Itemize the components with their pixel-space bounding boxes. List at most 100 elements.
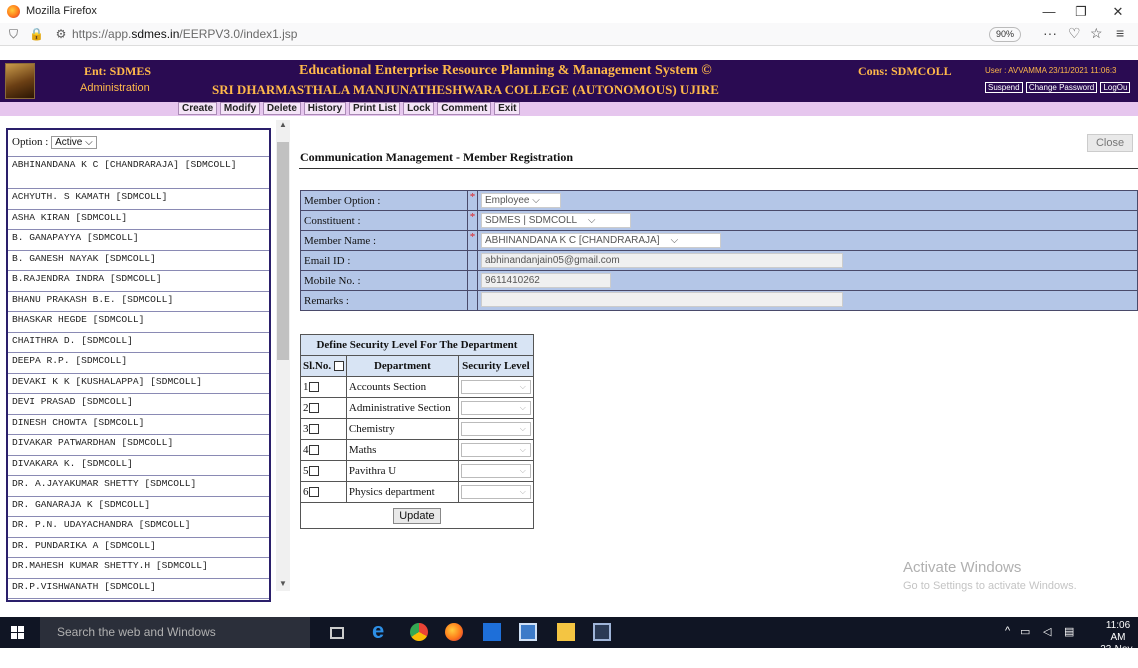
list-item[interactable]: DR. A.JAYAKUMAR SHETTY [SDMCOLL] <box>8 476 269 497</box>
list-item[interactable]: ACHYUTH. S KAMATH [SDMCOLL] <box>8 189 269 210</box>
close-window-icon[interactable]: ✕ <box>1103 2 1133 22</box>
menu-modify[interactable]: Modify <box>219 102 261 115</box>
menu-history[interactable]: History <box>303 102 347 115</box>
select-all-checkbox[interactable] <box>333 361 344 372</box>
list-item[interactable]: DEEPA R.P. [SDMCOLL] <box>8 353 269 374</box>
list-item[interactable]: ABHINANDANA K C [CHANDRARAJA] [SDMCOLL] <box>8 157 269 189</box>
security-level-select[interactable]: ⌵ <box>460 464 531 478</box>
action-menubar: Create Modify Delete History Print List … <box>0 102 1138 116</box>
list-item[interactable]: B. GANAPAYYA [SDMCOLL] <box>8 230 269 251</box>
more-actions-icon[interactable]: ··· <box>1043 25 1057 41</box>
member-name-select[interactable]: ABHINANDANA K C [CHANDRARAJA] ⌵ <box>481 233 721 248</box>
remarks-label: Remarks : <box>300 290 468 311</box>
update-button[interactable]: Update <box>393 507 441 524</box>
maximize-icon[interactable]: ❐ <box>1066 2 1096 22</box>
row-checkbox[interactable] <box>308 445 319 456</box>
department-cell: Physics department <box>345 481 459 503</box>
suspend-link[interactable]: Suspend <box>985 82 1023 93</box>
list-item[interactable]: DIVAKAR PATWARDHAN [SDMCOLL] <box>8 435 269 456</box>
app-icon[interactable] <box>519 623 537 641</box>
list-item[interactable]: DIVAKARA K. [SDMCOLL] <box>8 456 269 476</box>
minimize-icon[interactable]: — <box>1034 2 1064 22</box>
list-item[interactable]: B. GANESH NAYAK [SDMCOLL] <box>8 251 269 271</box>
network-icon[interactable]: ▭ <box>1020 625 1030 638</box>
list-item[interactable]: DEVAKI K K [KUSHALAPPA] [SDMCOLL] <box>8 374 269 394</box>
member-option-select[interactable]: Employee ⌵ <box>481 193 561 208</box>
menu-comment[interactable]: Comment <box>437 102 492 115</box>
system-title: Educational Enterprise Resource Planning… <box>299 63 712 78</box>
chrome-icon[interactable] <box>410 623 428 641</box>
notification-icon[interactable]: ▤ <box>1064 625 1074 638</box>
menu-delete[interactable]: Delete <box>262 102 301 115</box>
list-item[interactable]: DR. GANARAJA K [SDMCOLL] <box>8 497 269 517</box>
row-checkbox[interactable] <box>308 487 319 498</box>
windows-taskbar: Search the web and Windows e ^ ▭ ◁ ▤ 11:… <box>0 617 1138 667</box>
menu-lock[interactable]: Lock <box>403 102 435 115</box>
window-title: Mozilla Firefox <box>26 5 97 17</box>
security-level-select[interactable]: ⌵ <box>460 485 531 499</box>
change-password-link[interactable]: Change Password <box>1025 82 1098 93</box>
menu-print-list[interactable]: Print List <box>348 102 401 115</box>
list-item[interactable]: BHANU PRAKASH B.E. [SDMCOLL] <box>8 292 269 312</box>
close-button[interactable]: Close <box>1087 134 1133 152</box>
list-item[interactable]: CHAITHRA D. [SDMCOLL] <box>8 333 269 353</box>
zoom-level-button[interactable]: 90% <box>989 27 1021 42</box>
table-row: 2 Administrative Section ⌵ <box>300 397 534 419</box>
tray-chevron-icon[interactable]: ^ <box>1005 625 1010 637</box>
list-item[interactable]: DR.MAHESH KUMAR SHETTY.H [SDMCOLL] <box>8 558 269 579</box>
constituent-select[interactable]: SDMES | SDMCOLL ⌵ <box>481 213 631 228</box>
menu-create[interactable]: Create <box>178 102 218 115</box>
window-titlebar: Mozilla Firefox — ❐ ✕ <box>0 0 1138 23</box>
row-checkbox[interactable] <box>308 382 319 393</box>
volume-icon[interactable]: ◁ <box>1043 625 1051 638</box>
list-item[interactable]: DINESH CHOWTA [SDMCOLL] <box>8 415 269 435</box>
email-field[interactable]: abhinandanjain05@gmail.com <box>481 253 843 268</box>
scroll-thumb[interactable] <box>277 142 289 360</box>
photos-icon[interactable] <box>593 623 611 641</box>
scroll-up-icon[interactable]: ▲ <box>276 120 290 129</box>
calculator-icon[interactable] <box>483 623 501 641</box>
bookmark-star-icon[interactable]: ☆ <box>1090 25 1103 42</box>
row-checkbox[interactable] <box>308 466 319 477</box>
cons-label: Cons: SDMCOLL <box>858 64 952 78</box>
edge-icon[interactable]: e <box>372 618 390 643</box>
table-row: 4 Maths ⌵ <box>300 439 534 461</box>
url-bar[interactable]: https://app.sdmes.in/EERPV3.0/index1.jsp <box>72 27 297 41</box>
option-select[interactable]: Active ⌵ <box>51 136 97 149</box>
pocket-icon[interactable]: ♡ <box>1068 25 1081 42</box>
ent-label: Ent: SDMES <box>84 64 152 78</box>
file-explorer-icon[interactable] <box>557 623 575 641</box>
list-scrollbar[interactable]: ▲ ▼ <box>276 120 290 591</box>
list-item[interactable]: DR. PUNDARIKA A [SDMCOLL] <box>8 538 269 558</box>
task-view-icon[interactable] <box>330 627 344 639</box>
email-label: Email ID : <box>300 250 468 271</box>
menu-exit[interactable]: Exit <box>494 102 521 115</box>
security-level-select[interactable]: ⌵ <box>460 401 531 415</box>
mobile-field[interactable]: 9611410262 <box>481 273 611 288</box>
table-row: 6 Physics department ⌵ <box>300 481 534 503</box>
firefox-taskbar-icon[interactable] <box>445 623 463 641</box>
site-info-icon[interactable]: ⛉ 🔒 ⚙ <box>9 27 70 42</box>
row-checkbox[interactable] <box>308 403 319 414</box>
option-label: Option : <box>12 136 49 148</box>
security-level-select[interactable]: ⌵ <box>460 443 531 457</box>
browser-navbar: ⛉ 🔒 ⚙ https://app.sdmes.in/EERPV3.0/inde… <box>0 23 1138 46</box>
security-level-select[interactable]: ⌵ <box>460 422 531 436</box>
list-item[interactable]: ASHA KIRAN [SDMCOLL] <box>8 210 269 230</box>
list-item[interactable]: DR.P.VISHWANATH [SDMCOLL] <box>8 579 269 599</box>
menu-icon[interactable]: ≡ <box>1116 25 1124 41</box>
list-item[interactable]: DR. P.N. UDAYACHANDRA [SDMCOLL] <box>8 517 269 538</box>
list-item[interactable]: BHASKAR HEGDE [SDMCOLL] <box>8 312 269 333</box>
list-item[interactable]: B.RAJENDRA INDRA [SDMCOLL] <box>8 271 269 292</box>
row-checkbox[interactable] <box>308 424 319 435</box>
taskbar-clock[interactable]: 11:06 AM 23-Nov-21 <box>1098 620 1138 668</box>
scroll-down-icon[interactable]: ▼ <box>276 579 290 588</box>
list-item[interactable]: DEVI PRASAD [SDMCOLL] <box>8 394 269 415</box>
logout-link[interactable]: LogOu <box>1100 82 1131 93</box>
app-header: Ent: SDMES Administration Educational En… <box>0 60 1138 102</box>
table-row: 5 Pavithra U ⌵ <box>300 460 534 482</box>
remarks-field[interactable] <box>481 291 843 307</box>
security-level-select[interactable]: ⌵ <box>460 380 531 394</box>
user-info: User : AVVAMMA 23/11/2021 11:06:3 <box>985 66 1117 75</box>
taskbar-search-input[interactable]: Search the web and Windows <box>40 617 310 648</box>
